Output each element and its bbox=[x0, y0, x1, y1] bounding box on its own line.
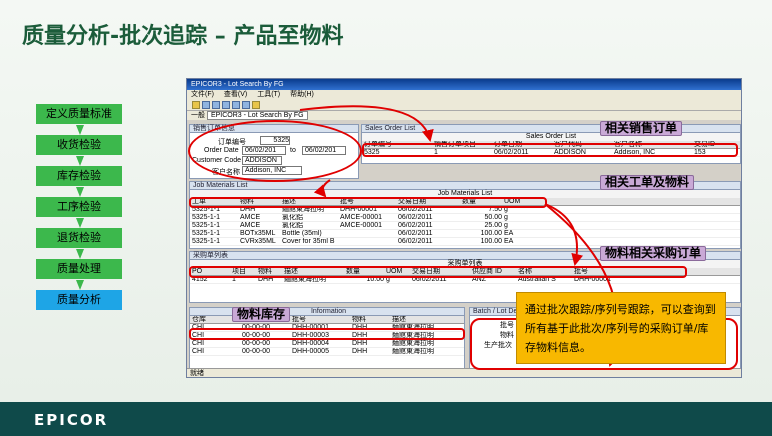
table-row[interactable]: 5325-1-1 AMCE 氯化鋁 AMCE-00001 06/02/2011 25.00… bbox=[190, 222, 740, 230]
job-materials-panel: Job Materials List Job Materials List 工单… bbox=[189, 181, 741, 249]
sales-row-highlight bbox=[362, 143, 738, 157]
explanation-note: 通过批次跟踪/序列号跟踪，可以查询到所有基于此批次/序列号的采购订单/库存物料信… bbox=[516, 292, 726, 364]
callout-jobs-materials: 相关工单及物料 bbox=[600, 175, 695, 190]
callout-inventory: 物料库存 bbox=[232, 307, 291, 322]
table-row[interactable]: CHI 00-00-00 DHH-00004 DHH 麵館東海拉明 bbox=[190, 340, 464, 348]
menu-file[interactable]: 文件(F) bbox=[191, 91, 214, 98]
step-quality-handling: 质量处理 bbox=[36, 259, 122, 290]
step-quality-analysis: 质量分析 bbox=[36, 290, 122, 310]
table-row[interactable]: 5325-1-1 CVRx35ML Cover for 35ml B 06/02/20… bbox=[190, 238, 740, 246]
grid-icon[interactable] bbox=[242, 101, 250, 109]
page-title: 质量分析-批次追踪 – 产品至物料 bbox=[22, 24, 344, 49]
process-steps: 定义质量标准 收货检验 库存检验 工序检验 退货检验 质量处理 质量分析 bbox=[36, 104, 122, 321]
tab-bar: 一般 EPICOR3 - Lot Search By FG bbox=[187, 111, 741, 120]
menu-help[interactable]: 帮助(H) bbox=[290, 91, 314, 98]
step-return-inspection: 退货检验 bbox=[36, 228, 122, 259]
inventory-row-highlight bbox=[189, 328, 465, 340]
table-row[interactable]: 5325-1-1 BOTx35ML Bottle (35ml) 06/02/2011 1… bbox=[190, 230, 740, 238]
print-icon[interactable] bbox=[232, 101, 240, 109]
job-row-highlight bbox=[189, 197, 547, 208]
tab-general[interactable]: 一般 bbox=[191, 112, 205, 119]
step-receiving-inspection: 收货检验 bbox=[36, 135, 122, 166]
tab-lot-search[interactable]: EPICOR3 - Lot Search By FG bbox=[206, 111, 308, 120]
sales-order-caption: Sales Order List bbox=[362, 133, 740, 141]
edit-icon[interactable] bbox=[222, 101, 230, 109]
window-titlebar: EPICOR3 - Lot Search By FG bbox=[187, 79, 741, 90]
table-row[interactable]: CHI 00-00-00 DHH-00005 DHH 麵館東海拉明 bbox=[190, 348, 464, 356]
menu-view[interactable]: 查看(V) bbox=[224, 91, 247, 98]
step-operation-inspection: 工序检验 bbox=[36, 197, 122, 228]
toolbar bbox=[187, 99, 741, 111]
callout-sales-orders: 相关销售订单 bbox=[600, 121, 683, 136]
open-icon[interactable] bbox=[192, 101, 200, 109]
search-highlight-ring bbox=[188, 120, 362, 182]
check-icon[interactable] bbox=[212, 101, 220, 109]
menu-bar: 文件(F) 查看(V) 工具(T) 帮助(H) bbox=[187, 90, 741, 99]
save-icon[interactable] bbox=[202, 101, 210, 109]
sales-order-header: Sales Order List bbox=[362, 125, 740, 133]
step-define-standard: 定义质量标准 bbox=[36, 104, 122, 135]
footer-bar: EPICOR bbox=[0, 402, 772, 436]
refresh-icon[interactable] bbox=[252, 101, 260, 109]
menu-tools[interactable]: 工具(T) bbox=[257, 91, 280, 98]
table-row[interactable]: 5325-1-1 AMCE 氯化鋁 AMCE-00001 06/02/2011 50.00… bbox=[190, 214, 740, 222]
callout-purchase-orders: 物料相关采购订单 bbox=[600, 246, 707, 261]
epicor-logo: EPICOR bbox=[34, 411, 109, 429]
step-inventory-inspection: 库存检验 bbox=[36, 166, 122, 197]
po-row-highlight bbox=[189, 266, 687, 278]
